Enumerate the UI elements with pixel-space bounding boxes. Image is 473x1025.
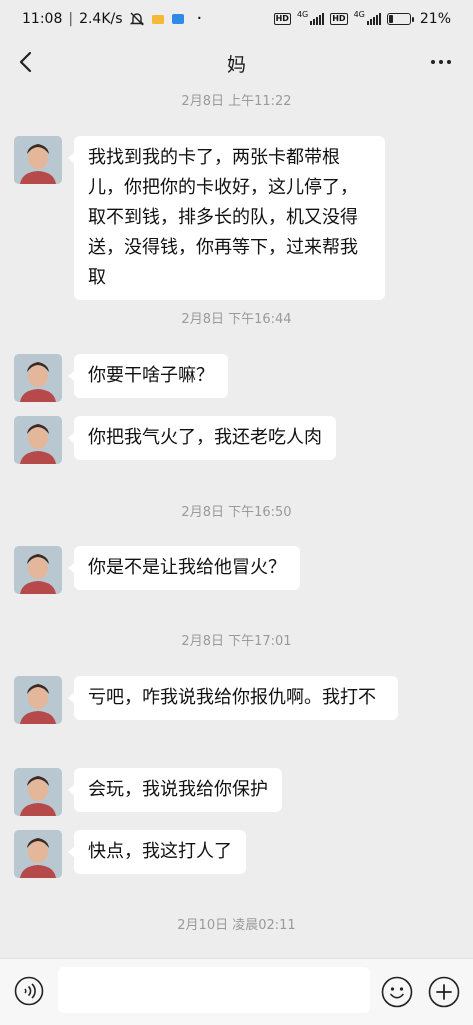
message-bubble[interactable]: 快点，我这打人了	[68, 830, 246, 874]
plus-icon	[428, 976, 460, 1008]
chat-header: 妈	[0, 40, 473, 84]
battery-percent: 21%	[419, 11, 451, 27]
message-row: 会玩，我说我给你保护	[14, 768, 282, 816]
timestamp: 2月8日 下午16:44	[181, 312, 292, 327]
message-bubble[interactable]: 我找到我的卡了，两张卡都带根儿，你把你的卡收好，这儿停了，取不到钱，排多长的队，…	[68, 136, 385, 300]
message-bubble[interactable]: 你要干啥子嘛？	[68, 354, 228, 398]
input-bar	[0, 958, 473, 1025]
network-type-2: 4G	[353, 9, 365, 19]
battery-icon	[386, 13, 414, 25]
avatar[interactable]	[14, 136, 62, 184]
message-bubble[interactable]: 你把我气火了，我还老吃人肉	[68, 416, 336, 460]
status-bar: 11:08 | 2.4K/s · HD 4G HD 4G 21%	[22, 8, 451, 29]
emoji-icon	[381, 976, 413, 1008]
voice-input-button[interactable]	[14, 976, 44, 1006]
avatar[interactable]	[14, 416, 62, 464]
message-bubble[interactable]: 会玩，我说我给你保护	[68, 768, 282, 812]
avatar[interactable]	[14, 768, 62, 816]
news-app-icon	[171, 14, 184, 24]
timestamp: 2月8日 下午16:50	[181, 505, 292, 520]
message-row: 我找到我的卡了，两张卡都带根儿，你把你的卡收好，这儿停了，取不到钱，排多长的队，…	[14, 136, 385, 300]
avatar[interactable]	[14, 546, 62, 594]
voice-icon	[14, 976, 44, 1006]
more-functions-button[interactable]	[428, 976, 460, 1008]
chat-title: 妈	[226, 54, 246, 76]
folder-app-icon	[151, 15, 164, 24]
message-row: 你是不是让我给他冒火？	[14, 546, 300, 594]
message-row: 快点，我这打人了	[14, 830, 246, 878]
signal-1-icon	[310, 13, 325, 25]
timestamp: 2月10日 凌晨02:11	[177, 918, 296, 933]
avatar[interactable]	[14, 830, 62, 878]
avatar[interactable]	[14, 676, 62, 724]
message-row: 亏吧，咋我说我给你报仇啊。我打不	[14, 676, 398, 724]
hd-badge-icon: HD	[273, 13, 291, 25]
message-input[interactable]	[58, 967, 370, 1013]
network-speed: 2.4K/s	[79, 11, 123, 27]
timestamp: 2月8日 上午11:22	[181, 94, 292, 109]
more-options-button[interactable]	[427, 52, 455, 72]
message-list[interactable]: 2月8日 上午11:22 我找到我的卡了，两张卡都带根儿，你把你的卡收好，这儿停…	[0, 84, 473, 958]
message-row: 你要干啥子嘛？	[14, 354, 228, 402]
signal-2-icon	[366, 13, 381, 25]
message-bubble[interactable]: 你是不是让我给他冒火？	[68, 546, 300, 590]
message-bubble[interactable]: 亏吧，咋我说我给你报仇啊。我打不	[68, 676, 398, 720]
message-row: 你把我气火了，我还老吃人肉	[14, 416, 336, 464]
more-dots-icon	[431, 60, 435, 64]
hd-badge-icon: HD	[330, 13, 348, 25]
status-time: 11:08	[22, 11, 63, 27]
timestamp: 2月8日 下午17:01	[181, 634, 292, 649]
mute-bell-icon	[129, 12, 144, 26]
network-type-1: 4G	[296, 9, 309, 19]
avatar[interactable]	[14, 354, 62, 402]
more-notifications-dot: ·	[196, 8, 203, 29]
emoji-button[interactable]	[381, 976, 413, 1008]
